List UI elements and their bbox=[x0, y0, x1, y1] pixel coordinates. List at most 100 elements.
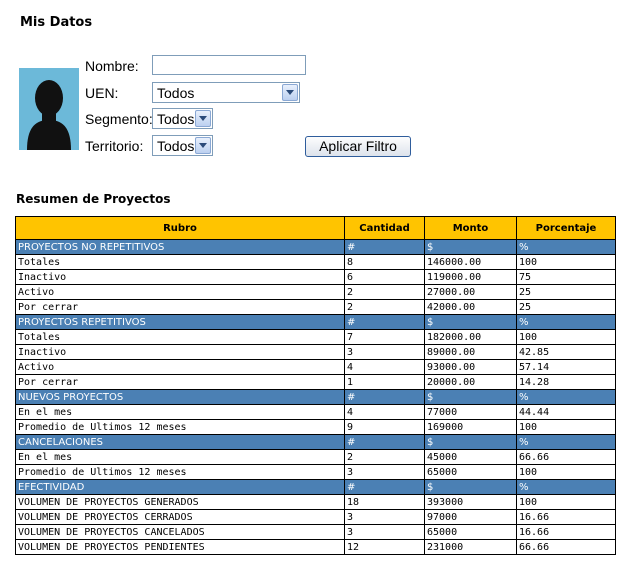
table-cell: 100 bbox=[516, 464, 616, 480]
section-header-cell: PROYECTOS NO REPETITIVOS bbox=[15, 239, 345, 255]
section-header-cell: $ bbox=[424, 389, 517, 405]
table-cell: 77000 bbox=[424, 404, 517, 420]
territorio-label: Territorio: bbox=[85, 138, 144, 154]
territorio-select-value: Todos bbox=[157, 138, 195, 154]
table-cell: 65000 bbox=[424, 524, 517, 540]
column-header: Rubro bbox=[15, 216, 345, 240]
section-header-cell: # bbox=[344, 434, 425, 450]
table-cell: Activo bbox=[15, 284, 345, 300]
table-cell: 65000 bbox=[424, 464, 517, 480]
table-cell: 97000 bbox=[424, 509, 517, 525]
section-header-cell: % bbox=[516, 389, 616, 405]
table-cell: Activo bbox=[15, 359, 345, 375]
table-cell: 4 bbox=[344, 404, 425, 420]
table-row: Promedio de Ultimos 12 meses 9 169000 100 bbox=[15, 419, 616, 435]
chevron-down-icon[interactable] bbox=[195, 110, 211, 127]
table-row: VOLUMEN DE PROYECTOS CERRADOS 3 97000 16.66 bbox=[15, 509, 616, 525]
table-cell: 57.14 bbox=[516, 359, 616, 375]
table-cell: Por cerrar bbox=[15, 374, 345, 390]
table-row: Inactivo 6 119000.00 75 bbox=[15, 269, 616, 285]
table-cell: VOLUMEN DE PROYECTOS CANCELADOS bbox=[15, 524, 345, 540]
table-row: VOLUMEN DE PROYECTOS GENERADOS 18 393000 10… bbox=[15, 494, 616, 510]
table-cell: 3 bbox=[344, 464, 425, 480]
table-cell: 66.66 bbox=[516, 539, 616, 555]
section-header-cell: % bbox=[516, 434, 616, 450]
table-cell: VOLUMEN DE PROYECTOS CERRADOS bbox=[15, 509, 345, 525]
uen-select[interactable]: Todos bbox=[152, 82, 300, 103]
table-cell: 42000.00 bbox=[424, 299, 517, 315]
table-cell: 93000.00 bbox=[424, 359, 517, 375]
table-row: Promedio de Ultimos 12 meses 3 65000 100 bbox=[15, 464, 616, 480]
table-cell: 393000 bbox=[424, 494, 517, 510]
table-cell: 100 bbox=[516, 494, 616, 510]
table-cell: 75 bbox=[516, 269, 616, 285]
table-header-row: Rubro Cantidad Monto Porcentaje bbox=[15, 216, 616, 240]
table-cell: 89000.00 bbox=[424, 344, 517, 360]
table-row: VOLUMEN DE PROYECTOS CANCELADOS 3 65000 16.… bbox=[15, 524, 616, 540]
nombre-input[interactable] bbox=[152, 55, 306, 75]
table-row: VOLUMEN DE PROYECTOS PENDIENTES 12 231000 6… bbox=[15, 539, 616, 555]
section-header-cell: $ bbox=[424, 479, 517, 495]
section-header-cell: EFECTIVIDAD bbox=[15, 479, 345, 495]
avatar bbox=[19, 68, 79, 150]
table-cell: 1 bbox=[344, 374, 425, 390]
section-header-cell: $ bbox=[424, 239, 517, 255]
table-row: En el mes 4 77000 44.44 bbox=[15, 404, 616, 420]
user-silhouette-icon bbox=[27, 80, 71, 150]
table-cell: 100 bbox=[516, 329, 616, 345]
page-title: Mis Datos bbox=[20, 15, 93, 30]
table-cell: 14.28 bbox=[516, 374, 616, 390]
table-cell: VOLUMEN DE PROYECTOS GENERADOS bbox=[15, 494, 345, 510]
table-cell: 20000.00 bbox=[424, 374, 517, 390]
table-cell: 18 bbox=[344, 494, 425, 510]
summary-title: Resumen de Proyectos bbox=[16, 192, 171, 206]
chevron-down-icon[interactable] bbox=[282, 84, 298, 101]
table-cell: 66.66 bbox=[516, 449, 616, 465]
section-header-cell: # bbox=[344, 479, 425, 495]
section-header-cell: $ bbox=[424, 434, 517, 450]
section-header-cell: CANCELACIONES bbox=[15, 434, 345, 450]
table-cell: 25 bbox=[516, 299, 616, 315]
section-header-cell: % bbox=[516, 314, 616, 330]
table-row: Por cerrar 1 20000.00 14.28 bbox=[15, 374, 616, 390]
table-cell: 2 bbox=[344, 284, 425, 300]
table-cell: 100 bbox=[516, 419, 616, 435]
chevron-down-icon[interactable] bbox=[195, 137, 211, 154]
table-row: Activo 2 27000.00 25 bbox=[15, 284, 616, 300]
table-cell: 146000.00 bbox=[424, 254, 517, 270]
nombre-label: Nombre: bbox=[85, 58, 139, 74]
section-header-row: NUEVOS PROYECTOS # $% bbox=[15, 389, 616, 405]
apply-filter-button[interactable]: Aplicar Filtro bbox=[305, 136, 411, 157]
column-header: Cantidad bbox=[344, 216, 425, 240]
table-cell: 16.66 bbox=[516, 524, 616, 540]
table-cell: Totales bbox=[15, 329, 345, 345]
table-cell: 169000 bbox=[424, 419, 517, 435]
section-header-row: EFECTIVIDAD # $% bbox=[15, 479, 616, 495]
table-cell: 42.85 bbox=[516, 344, 616, 360]
table-cell: Por cerrar bbox=[15, 299, 345, 315]
section-header-cell: # bbox=[344, 239, 425, 255]
table-cell: Inactivo bbox=[15, 344, 345, 360]
table-cell: Promedio de Ultimos 12 meses bbox=[15, 419, 345, 435]
table-cell: 45000 bbox=[424, 449, 517, 465]
table-row: Totales 7 182000.00 100 bbox=[15, 329, 616, 345]
table-cell: Inactivo bbox=[15, 269, 345, 285]
section-header-cell: % bbox=[516, 479, 616, 495]
table-row: Inactivo 3 89000.00 42.85 bbox=[15, 344, 616, 360]
column-header: Porcentaje bbox=[516, 216, 616, 240]
table-cell: 8 bbox=[344, 254, 425, 270]
summary-table: Rubro Cantidad Monto Porcentaje PROYECTOS N… bbox=[15, 216, 616, 555]
table-cell: En el mes bbox=[15, 404, 345, 420]
territorio-select[interactable]: Todos bbox=[152, 135, 213, 156]
table-row: Activo 4 93000.00 57.14 bbox=[15, 359, 616, 375]
table-cell: 2 bbox=[344, 299, 425, 315]
section-header-cell: # bbox=[344, 314, 425, 330]
section-header-cell: NUEVOS PROYECTOS bbox=[15, 389, 345, 405]
uen-label: UEN: bbox=[85, 85, 119, 101]
table-cell: Totales bbox=[15, 254, 345, 270]
column-header: Monto bbox=[424, 216, 517, 240]
table-cell: 100 bbox=[516, 254, 616, 270]
section-header-row: PROYECTOS REPETITIVOS # $% bbox=[15, 314, 616, 330]
segmento-select[interactable]: Todos bbox=[152, 108, 213, 129]
section-header-row: CANCELACIONES # $% bbox=[15, 434, 616, 450]
